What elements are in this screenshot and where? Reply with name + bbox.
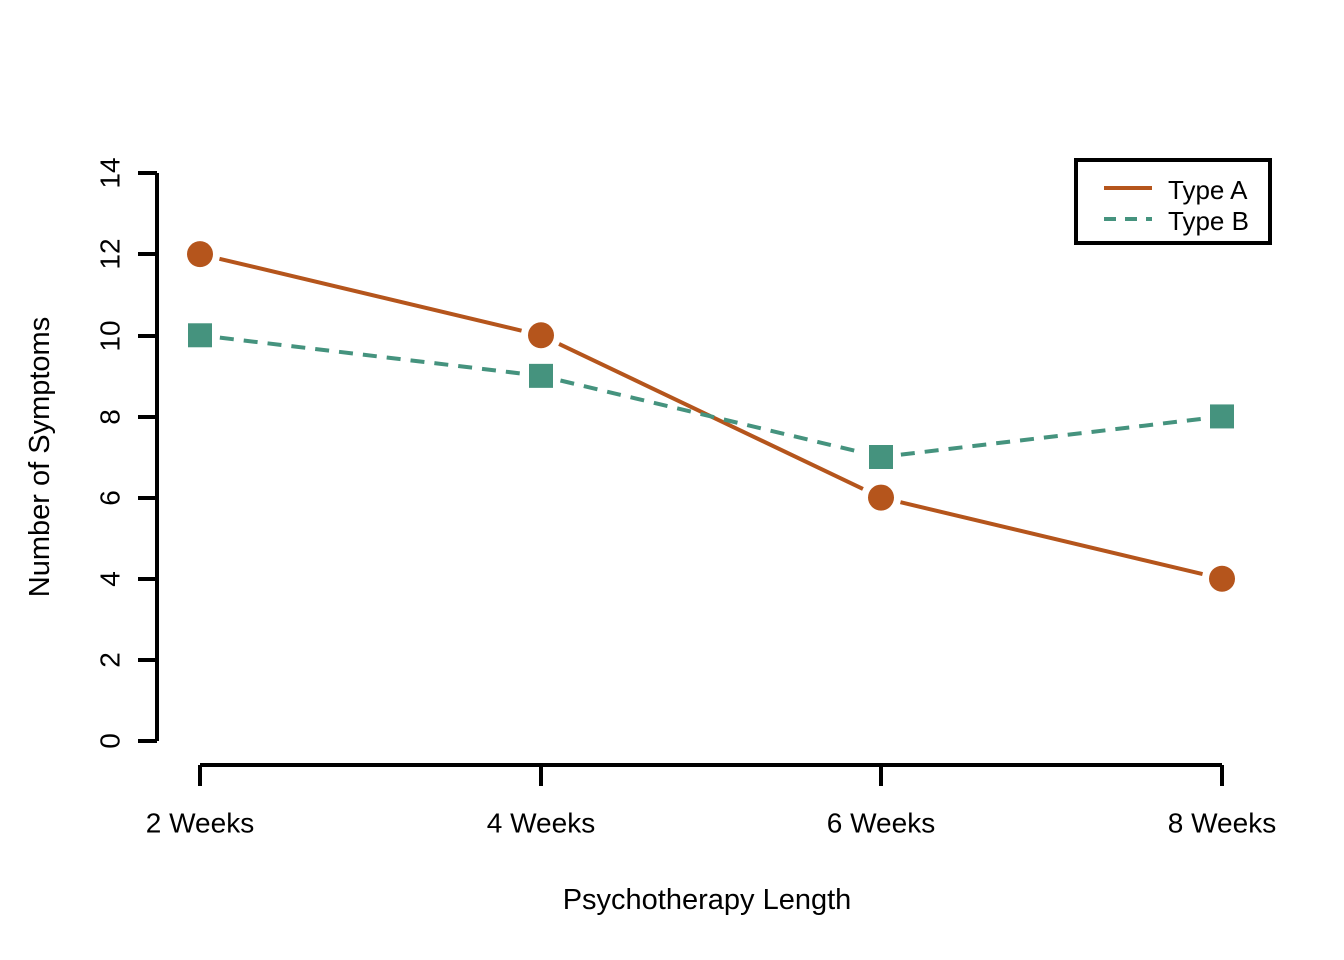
- x-tick-label-8-weeks: 8 Weeks: [1168, 808, 1276, 839]
- y-tick-label-8: 8: [95, 409, 126, 425]
- y-tick-label-4: 4: [95, 571, 126, 587]
- legend-label-type-a: Type A: [1168, 175, 1248, 205]
- data-point-square: [1210, 404, 1234, 429]
- data-point-square: [529, 363, 553, 388]
- data-point-circle: [868, 484, 894, 511]
- y-tick-label-10: 10: [95, 320, 126, 351]
- y-tick-label-14: 14: [95, 157, 126, 188]
- data-point-circle: [187, 241, 213, 268]
- y-tick-label-6: 6: [95, 490, 126, 506]
- x-tick-label-2-weeks: 2 Weeks: [146, 808, 254, 839]
- chart-container: 0 2 4 6 8 10 12 14 Number of Symptoms 2 …: [0, 0, 1344, 960]
- y-tick-label-12: 12: [95, 238, 126, 269]
- y-tick-label-2: 2: [95, 652, 126, 668]
- data-point-square: [869, 445, 893, 469]
- line-chart: 0 2 4 6 8 10 12 14 Number of Symptoms 2 …: [0, 0, 1344, 960]
- legend: Type A Type B: [1074, 158, 1272, 245]
- data-point-circle: [1209, 565, 1235, 592]
- x-tick-label-6-weeks: 6 Weeks: [827, 808, 935, 839]
- y-axis-title: Number of Symptoms: [24, 317, 56, 597]
- data-point-circle: [528, 322, 554, 349]
- x-axis-title: Psychotherapy Length: [563, 884, 852, 916]
- legend-label-type-b: Type B: [1168, 206, 1249, 236]
- y-tick-label-0: 0: [95, 733, 126, 749]
- x-tick-label-4-weeks: 4 Weeks: [487, 808, 595, 839]
- data-point-square: [188, 323, 212, 348]
